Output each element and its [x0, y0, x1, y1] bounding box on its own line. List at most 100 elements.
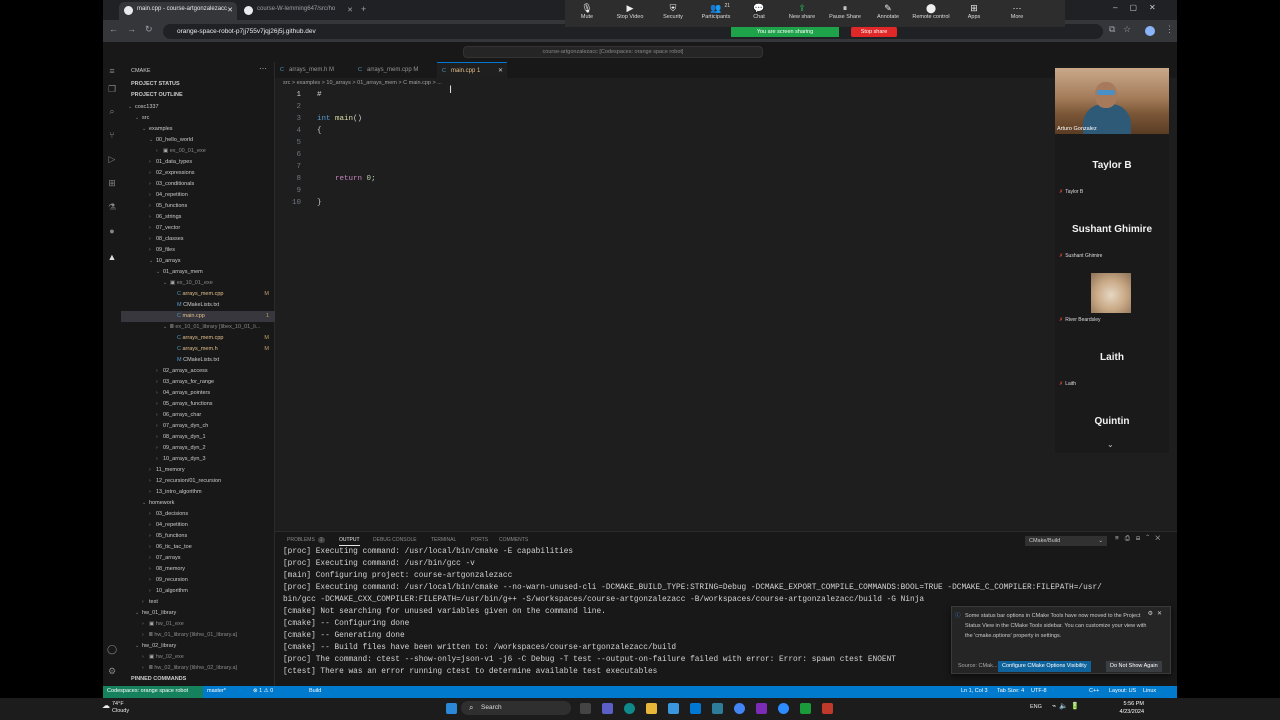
- close-tab-icon[interactable]: ✕: [498, 67, 503, 74]
- output-channel-select[interactable]: CMake/Build ⌄: [1025, 536, 1107, 546]
- tree-item[interactable]: › 05_functions: [121, 531, 275, 542]
- back-icon[interactable]: ←: [109, 24, 118, 34]
- tree-item[interactable]: › 06_strings: [121, 212, 275, 223]
- tree-item[interactable]: › 09_arrays_dyn_2: [121, 443, 275, 454]
- tree-item[interactable]: › 08_classes: [121, 234, 275, 245]
- tree-item[interactable]: › 07_arrays: [121, 553, 275, 564]
- tree-item[interactable]: ⌄ hw_01_library: [121, 608, 275, 619]
- tree-item[interactable]: › 10_arrays_dyn_3: [121, 454, 275, 465]
- forward-icon[interactable]: →: [127, 24, 136, 34]
- tree-item[interactable]: › ▣ hw_02_exe: [121, 652, 275, 663]
- tree-item[interactable]: ⌄ cosc1337: [121, 102, 275, 113]
- build-status[interactable]: Build: [309, 688, 321, 694]
- app-icon-green[interactable]: [800, 703, 811, 714]
- tree-item[interactable]: › ▣ ex_00_01_exe: [121, 146, 275, 157]
- search-icon[interactable]: ⌕: [107, 106, 117, 116]
- stop-video-button[interactable]: ▶ Stop Video: [608, 3, 652, 20]
- chrome-icon[interactable]: [734, 703, 745, 714]
- mute-button[interactable]: 🎙 Mute: [565, 3, 609, 20]
- explorer-icon[interactable]: ❐: [107, 84, 117, 94]
- code-line[interactable]: 7: [283, 161, 983, 173]
- code-line[interactable]: 6: [283, 149, 983, 161]
- pause-share-button[interactable]: ⏸ Pause Share: [823, 3, 867, 20]
- chat-button[interactable]: 💬 Chat: [737, 3, 781, 20]
- tree-item[interactable]: ⌄ 10_arrays: [121, 256, 275, 267]
- scroll-down-icon[interactable]: ⌄: [1107, 440, 1114, 449]
- tree-item[interactable]: C main.cpp 1: [121, 311, 275, 322]
- close-tab-icon[interactable]: ✕: [227, 6, 233, 14]
- system-tray-icons[interactable]: ⌁🔈🔋: [1052, 702, 1083, 710]
- code-line[interactable]: 10}: [283, 197, 983, 209]
- reload-icon[interactable]: ↻: [145, 24, 153, 35]
- tree-item[interactable]: › 02_expressions: [121, 168, 275, 179]
- tree-item[interactable]: › 12_recursion/01_recursion: [121, 476, 275, 487]
- notification-actions[interactable]: ⚙✕: [1148, 610, 1166, 617]
- store-icon[interactable]: [668, 703, 679, 714]
- command-center[interactable]: course-artgonzalezacc [Codespaces: orang…: [463, 46, 763, 58]
- account-icon[interactable]: ◯: [107, 644, 117, 654]
- cursor-position[interactable]: Ln 1, Col 3: [961, 688, 988, 694]
- tree-item[interactable]: › 10_algorithm: [121, 586, 275, 597]
- cmake-icon[interactable]: ▲: [107, 252, 117, 262]
- code-line[interactable]: 8 return 0;: [283, 173, 983, 185]
- apps-button[interactable]: ⊞ Apps: [952, 3, 996, 20]
- language-mode[interactable]: C++: [1089, 688, 1099, 694]
- security-button[interactable]: ⛨ Security: [651, 3, 695, 20]
- new-tab-icon[interactable]: +: [361, 4, 366, 14]
- editor-tab-arrays-mem-h[interactable]: Carrays_mem.h M: [275, 62, 342, 78]
- code-line[interactable]: 5: [283, 137, 983, 149]
- tree-item[interactable]: › 13_intro_algorithm: [121, 487, 275, 498]
- input-language[interactable]: ENG: [1030, 704, 1042, 710]
- tree-item[interactable]: › 05_arrays_functions: [121, 399, 275, 410]
- tree-item[interactable]: › 09_files: [121, 245, 275, 256]
- browser-tab-main-cpp[interactable]: main.cpp - course-artgonzalezacc ✕: [119, 2, 237, 20]
- profile-avatar[interactable]: [1145, 26, 1155, 36]
- branch-status[interactable]: master*: [207, 688, 226, 694]
- edge-icon[interactable]: [624, 703, 635, 714]
- panel-tab-output[interactable]: OUTPUT: [339, 537, 360, 546]
- stop-share-button[interactable]: Stop share: [851, 27, 897, 37]
- browser-tab-course[interactable]: course-W-lemming647/src/ho ✕: [239, 2, 357, 20]
- tree-item[interactable]: › 02_arrays_access: [121, 366, 275, 377]
- tree-item[interactable]: › 06_arrays_char: [121, 410, 275, 421]
- tree-item[interactable]: ⌄ 00_hello_world: [121, 135, 275, 146]
- tree-item[interactable]: › 07_arrays_dyn_ch: [121, 421, 275, 432]
- code-line[interactable]: 4{: [283, 125, 983, 137]
- bookmark-star-icon[interactable]: ☆: [1123, 24, 1131, 35]
- tree-item[interactable]: › ▣ hw_01_exe: [121, 619, 275, 630]
- tree-item[interactable]: › 03_arrays_for_range: [121, 377, 275, 388]
- editor-tab-arrays-mem-cpp[interactable]: Carrays_mem.cpp M: [353, 62, 426, 78]
- tree-item[interactable]: › 03_decisions: [121, 509, 275, 520]
- panel-tab-problems[interactable]: PROBLEMS 1: [287, 537, 325, 543]
- extensions-icon[interactable]: ⊞: [107, 178, 117, 188]
- start-icon[interactable]: [446, 703, 457, 714]
- tree-item[interactable]: › 04_repetition: [121, 190, 275, 201]
- close-tab-icon[interactable]: ✕: [347, 6, 353, 14]
- project-status-header[interactable]: PROJECT STATUS: [131, 81, 180, 87]
- tree-item[interactable]: › 11_memory: [121, 465, 275, 476]
- mail-icon[interactable]: [690, 703, 701, 714]
- code-line[interactable]: 9: [283, 185, 983, 197]
- tree-item[interactable]: › 01_data_types: [121, 157, 275, 168]
- testing-icon[interactable]: ⚗: [107, 202, 117, 212]
- panel-tab-comments[interactable]: COMMENTS: [499, 537, 528, 543]
- code-line[interactable]: 1 #: [283, 89, 983, 101]
- visual-studio-icon[interactable]: [756, 703, 767, 714]
- encoding[interactable]: UTF-8: [1031, 688, 1047, 694]
- problems-status[interactable]: ⊗ 1 ⚠ 0: [253, 688, 273, 694]
- tree-item[interactable]: › 08_arrays_dyn_1: [121, 432, 275, 443]
- tree-item[interactable]: › 08_memory: [121, 564, 275, 575]
- tab-size[interactable]: Tab Size: 4: [997, 688, 1024, 694]
- remote-indicator[interactable]: Codespaces: orange space robot: [103, 686, 203, 698]
- menu-icon[interactable]: ≡: [107, 66, 117, 76]
- weather-widget[interactable]: ☁ 74°F Cloudy: [102, 701, 129, 715]
- tree-item[interactable]: › 04_repetition: [121, 520, 275, 531]
- install-icon[interactable]: ⧉: [1109, 24, 1115, 35]
- tree-item[interactable]: › 07_vector: [121, 223, 275, 234]
- code-line[interactable]: 2: [283, 101, 983, 113]
- code-editor[interactable]: 1 #2 3 int main() 4{5 6 7 8 return 0; 9 10}: [283, 89, 983, 219]
- app-icon[interactable]: [712, 703, 723, 714]
- github-icon[interactable]: ●: [107, 226, 117, 236]
- panel-tab-ports[interactable]: PORTS: [471, 537, 488, 543]
- keyboard-layout[interactable]: Layout: US: [1109, 688, 1136, 694]
